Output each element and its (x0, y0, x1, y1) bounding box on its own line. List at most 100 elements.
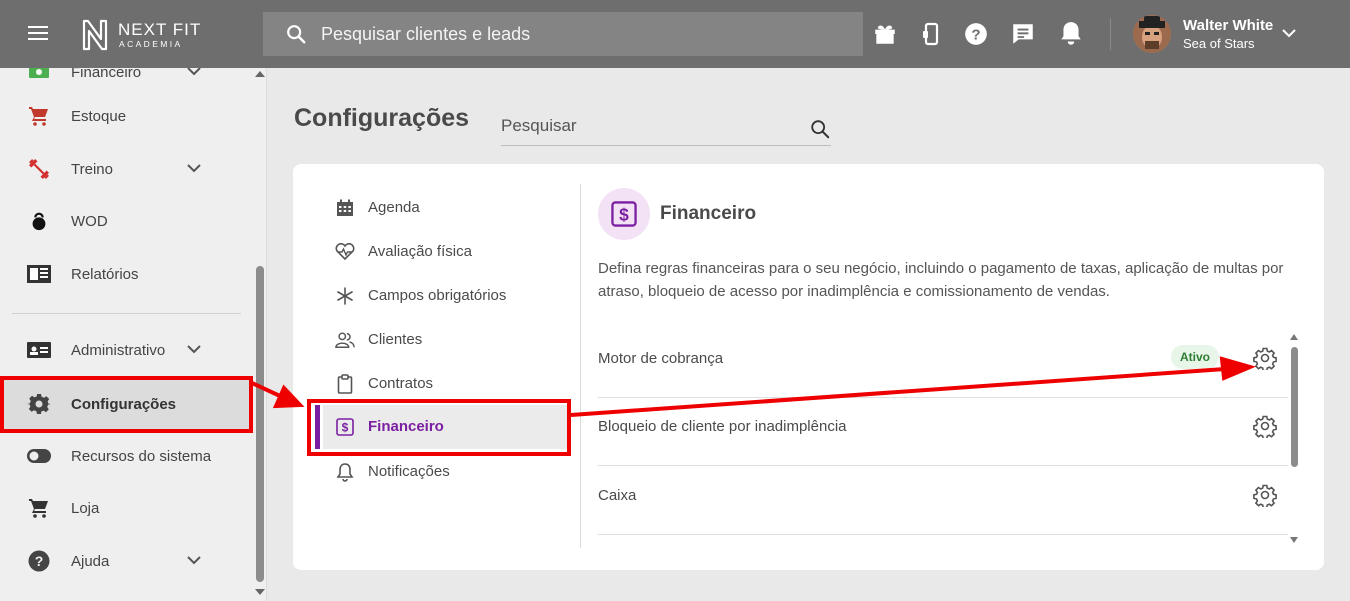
setting-row-caixa[interactable]: Caixa (598, 467, 1288, 535)
help-icon[interactable]: ? (962, 20, 990, 48)
sidebar-item-label: WOD (71, 212, 108, 230)
sidebar-item-label: Financeiro (71, 68, 142, 81)
mobile-device-icon[interactable] (917, 20, 945, 48)
sidebar-item-label: Ajuda (71, 552, 110, 570)
category-campos-obrigatorios[interactable]: Campos obrigatórios (323, 274, 571, 318)
sidebar-item-label: Loja (71, 499, 100, 517)
toggle-icon (26, 444, 52, 468)
user-name[interactable]: Walter White (1183, 17, 1273, 34)
logo-n-icon (82, 19, 108, 51)
sidebar-scroll-up-arrow[interactable] (255, 71, 265, 77)
setting-label: Motor de cobrança (598, 350, 724, 367)
financeiro-section-icon: $ (598, 188, 650, 240)
category-label: Clientes (368, 331, 423, 348)
sidebar-item-label: Administrativo (71, 341, 166, 359)
category-label: Contratos (368, 375, 434, 392)
hamburger-menu-icon[interactable] (28, 22, 56, 46)
settings-search-input[interactable] (501, 116, 791, 136)
settings-gear-icon[interactable] (1253, 414, 1277, 438)
top-header: NEXT FIT ACADEMIA ? Walter White Sea (0, 0, 1350, 68)
setting-label: Bloqueio de cliente por inadimplência (598, 418, 847, 435)
sidebar-divider (12, 313, 241, 314)
list-scrollbar[interactable] (1291, 347, 1298, 467)
setting-row-bloqueio-de-cliente[interactable]: Bloqueio de cliente por inadimplência (598, 398, 1288, 466)
global-search-input[interactable] (321, 23, 821, 45)
section-title: Financeiro (660, 203, 757, 224)
notification-bell-icon[interactable] (1057, 20, 1085, 48)
sidebar-item-administrativo[interactable]: Administrativo (0, 324, 252, 376)
clipboard-icon (335, 374, 355, 394)
sidebar-item-ajuda[interactable]: ? Ajuda (0, 535, 252, 587)
global-search[interactable] (263, 12, 863, 56)
user-avatar[interactable] (1133, 15, 1171, 53)
section-description: Defina regras financeiras para o seu neg… (598, 260, 1284, 300)
sidebar: Financeiro Estoque Treino WOD Relatórios… (0, 68, 267, 601)
search-icon (287, 25, 306, 44)
chevron-down-icon (187, 345, 201, 354)
report-icon (26, 262, 52, 286)
help-icon: ? (26, 549, 52, 573)
heart-pulse-icon (335, 242, 355, 262)
sidebar-scroll-down-arrow[interactable] (255, 589, 265, 595)
svg-text:?: ? (971, 26, 980, 43)
id-card-icon (26, 338, 52, 362)
list-scroll-down-arrow[interactable] (1290, 537, 1298, 543)
sidebar-item-estoque[interactable]: Estoque (0, 90, 252, 142)
chevron-down-icon (187, 164, 201, 173)
sidebar-scrollbar[interactable] (256, 266, 264, 582)
setting-row-motor-de-cobranca[interactable]: Motor de cobrança Ativo (598, 330, 1288, 398)
category-notificacoes[interactable]: Notificações (323, 450, 571, 494)
sidebar-item-wod[interactable]: WOD (0, 195, 252, 247)
category-clientes[interactable]: Clientes (323, 318, 571, 362)
calendar-icon (335, 198, 355, 218)
sidebar-item-label: Treino (71, 160, 113, 178)
category-agenda[interactable]: Agenda (323, 186, 571, 230)
sidebar-item-label: Estoque (71, 107, 127, 125)
annotation-highlight-configuracoes (0, 376, 253, 433)
svg-text:$: $ (619, 205, 629, 225)
category-label: Notificações (368, 463, 450, 480)
page-title: Configurações (294, 104, 470, 132)
settings-list: Motor de cobrança Ativo Bloqueio de clie… (598, 330, 1288, 550)
settings-search[interactable] (501, 110, 831, 146)
cart-icon (26, 496, 52, 520)
chevron-down-icon (187, 556, 201, 565)
category-label: Campos obrigatórios (368, 287, 507, 304)
chevron-down-icon[interactable] (1280, 26, 1298, 40)
sidebar-item-label: Recursos do sistema (71, 447, 212, 465)
settings-gear-icon[interactable] (1253, 483, 1277, 507)
sidebar-item-loja[interactable]: Loja (0, 482, 252, 534)
users-icon (335, 330, 355, 350)
svg-text:?: ? (35, 553, 44, 569)
chat-icon[interactable] (1009, 20, 1037, 48)
header-divider (1110, 18, 1111, 50)
sidebar-item-recursos-do-sistema[interactable]: Recursos do sistema (0, 430, 252, 482)
search-icon[interactable] (809, 118, 831, 140)
chevron-down-icon (187, 68, 201, 76)
sidebar-item-label: Relatórios (71, 265, 139, 283)
dumbbell-icon (26, 157, 52, 181)
settings-card: Agenda Avaliação física Campos obrigatór… (293, 164, 1324, 570)
cart-icon (26, 104, 52, 128)
asterisk-icon (335, 286, 355, 306)
money-icon (26, 68, 52, 84)
user-organization[interactable]: Sea of Stars (1183, 36, 1255, 51)
next-fit-logo[interactable]: NEXT FIT ACADEMIA (80, 18, 220, 52)
annotation-highlight-financeiro (307, 399, 571, 456)
settings-gear-icon[interactable] (1253, 346, 1277, 370)
category-avaliacao-fisica[interactable]: Avaliação física (323, 230, 571, 274)
card-divider (580, 184, 581, 548)
sidebar-item-relatorios[interactable]: Relatórios (0, 248, 252, 300)
status-badge: Ativo (1171, 345, 1219, 369)
gift-icon[interactable] (871, 20, 899, 48)
logo-subtitle: ACADEMIA (119, 39, 183, 49)
setting-label: Caixa (598, 487, 637, 504)
list-scroll-up-arrow[interactable] (1290, 334, 1298, 340)
kettlebell-icon (26, 209, 52, 233)
logo-word: NEXT FIT (118, 20, 202, 39)
dollar-square-icon: $ (611, 201, 637, 227)
category-label: Agenda (368, 199, 420, 216)
sidebar-item-treino[interactable]: Treino (0, 143, 252, 195)
bell-icon (335, 462, 355, 482)
category-label: Avaliação física (368, 243, 472, 260)
